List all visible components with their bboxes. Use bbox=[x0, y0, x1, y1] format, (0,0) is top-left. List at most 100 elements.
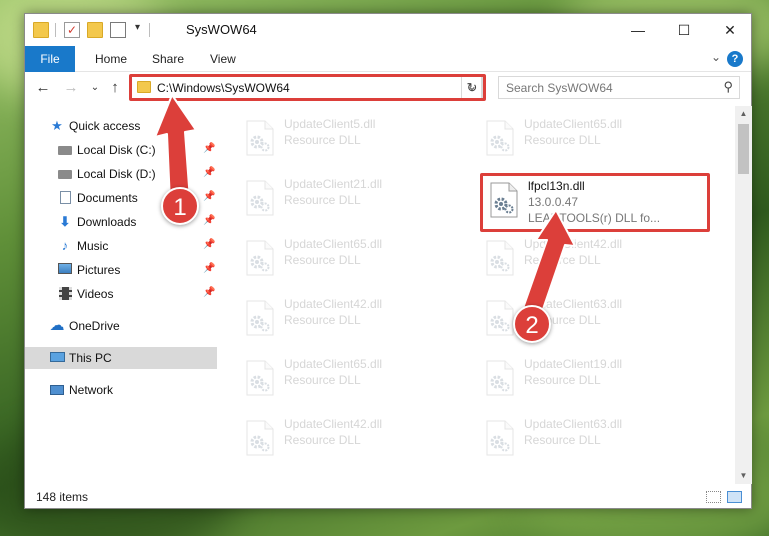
back-arrow-icon[interactable]: ← bbox=[33, 78, 53, 98]
file-name: UpdateClient42.dll bbox=[284, 417, 383, 431]
file-item[interactable]: UpdateClient19.dll Resource DLL bbox=[480, 354, 700, 406]
pin-icon[interactable]: 📌 bbox=[203, 167, 215, 178]
file-item[interactable]: UpdateClient63.dll Resource DLL bbox=[480, 414, 700, 466]
tab-file[interactable]: File bbox=[25, 46, 75, 72]
file-item[interactable]: UpdateClient65.dll Resource DLL bbox=[480, 114, 700, 166]
dll-file-icon bbox=[484, 240, 516, 276]
search-placeholder: Search SysWOW64 bbox=[506, 81, 613, 95]
dll-file-icon bbox=[484, 360, 516, 396]
tab-share[interactable]: Share bbox=[152, 46, 184, 72]
tab-view[interactable]: View bbox=[210, 46, 236, 72]
search-input[interactable]: Search SysWOW64 ⚲ bbox=[498, 76, 740, 99]
file-item[interactable]: UpdateClient21.dll Resource DLL bbox=[240, 174, 460, 226]
divider bbox=[149, 23, 150, 37]
file-item[interactable]: UpdateClient42.dll Resource DLL bbox=[240, 414, 460, 466]
ribbon-tabs: File Home Share View ⌄ ? bbox=[25, 46, 751, 72]
forward-arrow-icon[interactable]: → bbox=[61, 78, 81, 98]
pin-icon[interactable]: 📌 bbox=[203, 239, 215, 250]
qat-dropdown-icon[interactable]: ▾ bbox=[135, 22, 140, 33]
file-highlight-box bbox=[480, 173, 710, 232]
sidebar-item-label: Documents bbox=[77, 191, 138, 205]
file-item[interactable]: UpdateClient5.dll Resource DLL bbox=[240, 114, 460, 166]
expand-ribbon-icon[interactable]: ⌄ bbox=[711, 50, 721, 64]
documents-icon bbox=[57, 191, 73, 205]
divider bbox=[55, 23, 56, 37]
item-count: 148 items bbox=[36, 490, 89, 504]
dll-file-icon bbox=[244, 420, 276, 456]
sidebar-item-network[interactable]: Network bbox=[25, 379, 217, 401]
folder-icon bbox=[33, 22, 49, 38]
sidebar-item-label: Pictures bbox=[77, 263, 121, 277]
dll-file-icon bbox=[484, 300, 516, 336]
file-name: UpdateClient5.dll bbox=[284, 117, 376, 131]
file-name: UpdateClient63.dll bbox=[524, 417, 623, 431]
file-name: UpdateClient21.dll bbox=[284, 177, 383, 191]
file-item[interactable]: UpdateClient65.dll Resource DLL bbox=[240, 234, 460, 286]
file-name: UpdateClient65.dll bbox=[284, 237, 383, 251]
maximize-button[interactable]: ☐ bbox=[661, 14, 707, 46]
music-icon: ♪ bbox=[61, 238, 69, 253]
sidebar-item-label: Local Disk (D:) bbox=[77, 167, 156, 181]
details-view-icon[interactable] bbox=[706, 491, 721, 503]
navigation-bar: ← → ⌄ ↑ C:\Windows\SysWOW64 ⌄ ↻ Search S… bbox=[25, 74, 751, 104]
scroll-up-icon[interactable]: ▲ bbox=[735, 106, 752, 122]
properties-check-icon[interactable]: ✓ bbox=[64, 22, 80, 38]
file-item[interactable]: UpdateClient65.dll Resource DLL bbox=[240, 354, 460, 406]
minimize-button[interactable]: — bbox=[615, 14, 661, 46]
sidebar-item-pictures[interactable]: Pictures 📌 bbox=[25, 259, 217, 281]
address-highlight-box bbox=[129, 74, 486, 101]
pin-icon[interactable]: 📌 bbox=[203, 215, 215, 226]
dll-file-icon bbox=[484, 420, 516, 456]
status-bar: 148 items bbox=[25, 486, 751, 508]
dll-file-icon bbox=[244, 120, 276, 156]
pin-icon[interactable]: 📌 bbox=[203, 287, 215, 298]
file-type: Resource DLL bbox=[524, 433, 601, 447]
step-2-badge: 2 bbox=[513, 305, 551, 343]
recent-locations-icon[interactable]: ⌄ bbox=[85, 78, 105, 98]
vertical-scrollbar[interactable]: ▲ ▼ bbox=[735, 106, 752, 484]
dll-file-icon bbox=[244, 240, 276, 276]
file-type: Resource DLL bbox=[284, 433, 361, 447]
sidebar-item-label: This PC bbox=[69, 351, 112, 365]
window-title: SysWOW64 bbox=[186, 22, 257, 37]
pin-icon[interactable]: 📌 bbox=[203, 191, 215, 202]
sidebar-item-videos[interactable]: Videos 📌 bbox=[25, 283, 217, 305]
drive-icon bbox=[57, 143, 73, 157]
cloud-icon: ☁ bbox=[49, 317, 65, 334]
sidebar-item-label: Network bbox=[69, 383, 114, 397]
file-name: UpdateClient19.dll bbox=[524, 357, 623, 371]
title-bar: ✓ ▾ SysWOW64 — ☐ ✕ bbox=[25, 14, 751, 46]
pin-icon[interactable]: 📌 bbox=[203, 263, 215, 274]
close-button[interactable]: ✕ bbox=[707, 14, 753, 46]
customize-view-icon[interactable] bbox=[110, 22, 126, 38]
file-name: UpdateClient42.dll bbox=[524, 237, 623, 251]
new-folder-icon[interactable] bbox=[87, 22, 103, 38]
scroll-thumb[interactable] bbox=[738, 124, 749, 174]
scroll-down-icon[interactable]: ▼ bbox=[735, 468, 752, 484]
file-item[interactable]: UpdateClient42.dll Resource DLL bbox=[480, 234, 700, 286]
search-icon[interactable]: ⚲ bbox=[723, 79, 733, 95]
videos-icon bbox=[57, 287, 73, 301]
dll-file-icon bbox=[244, 180, 276, 216]
help-icon[interactable]: ? bbox=[727, 51, 743, 67]
file-type: Resource DLL bbox=[284, 313, 361, 327]
star-icon: ★ bbox=[51, 118, 63, 133]
dll-file-icon bbox=[244, 360, 276, 396]
tab-home[interactable]: Home bbox=[95, 46, 127, 72]
file-type: Resource DLL bbox=[524, 373, 601, 387]
computer-icon bbox=[49, 351, 65, 365]
sidebar-item-quick-access[interactable]: ★ Quick access bbox=[25, 115, 217, 137]
large-icons-view-icon[interactable] bbox=[727, 491, 742, 503]
file-item[interactable]: UpdateClient42.dll Resource DLL bbox=[240, 294, 460, 346]
dll-file-icon bbox=[244, 300, 276, 336]
pin-icon[interactable]: 📌 bbox=[203, 143, 215, 154]
up-arrow-icon[interactable]: ↑ bbox=[105, 78, 125, 98]
sidebar-item-music[interactable]: ♪ Music 📌 bbox=[25, 235, 217, 257]
file-type: Resource DLL bbox=[524, 133, 601, 147]
file-type: Resource DLL bbox=[284, 193, 361, 207]
sidebar-item-local-disk-c[interactable]: Local Disk (C:) 📌 bbox=[25, 139, 217, 161]
sidebar-item-this-pc[interactable]: This PC bbox=[25, 347, 217, 369]
sidebar-item-onedrive[interactable]: ☁ OneDrive bbox=[25, 315, 217, 337]
sidebar-item-local-disk-d[interactable]: Local Disk (D:) 📌 bbox=[25, 163, 217, 185]
file-name: UpdateClient65.dll bbox=[284, 357, 383, 371]
